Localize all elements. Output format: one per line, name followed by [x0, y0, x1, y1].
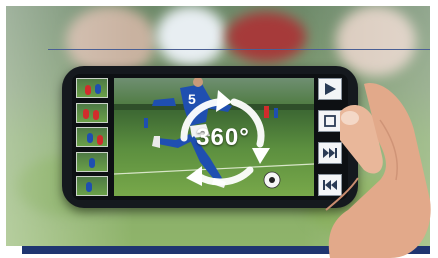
hand-holding-phone	[325, 83, 431, 258]
thumbnail-2[interactable]	[76, 102, 108, 123]
thumbnail-4[interactable]	[76, 151, 108, 172]
degree-label: 360°	[196, 124, 250, 151]
divider-line	[48, 49, 430, 50]
thumbnail-strip	[76, 78, 110, 196]
thumbnail-1[interactable]	[76, 78, 108, 98]
video-view[interactable]: 5 360°	[114, 78, 314, 196]
thumbnail-5[interactable]	[76, 176, 108, 196]
thumbnail-3[interactable]	[76, 127, 108, 147]
